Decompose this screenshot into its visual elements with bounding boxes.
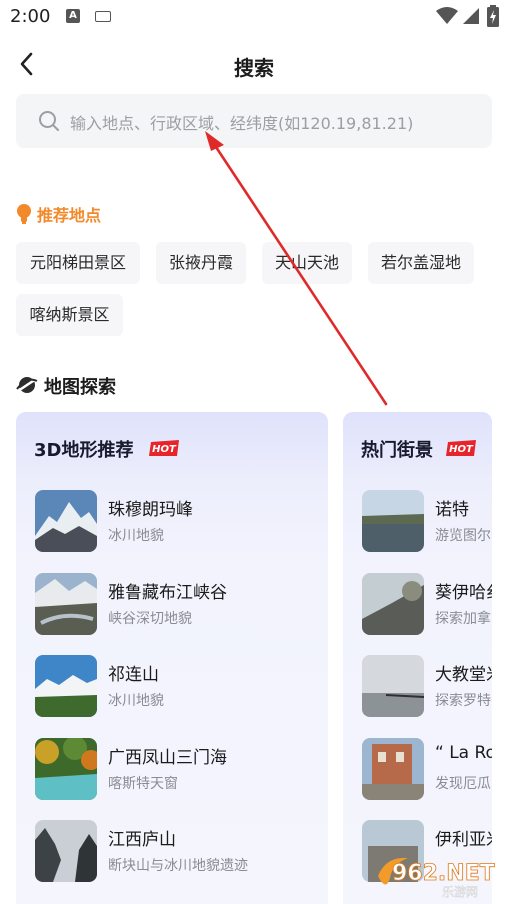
- wifi-icon: [436, 7, 458, 24]
- item-desc: 喀斯特天窗: [108, 776, 178, 792]
- chip-yuanyang[interactable]: 元阳梯田景区: [16, 242, 140, 284]
- item-name: 诺特: [435, 500, 469, 520]
- map-explore-title: 地图探索: [44, 377, 116, 398]
- hot-text: HOT: [152, 444, 177, 455]
- terrain-card: 3D地形推荐 HOT 珠穆朗玛峰 冰川地貌 雅鲁藏布江峡谷 峡谷深切地貌 祁连山…: [16, 412, 328, 904]
- search-input[interactable]: 输入地点、行政区域、经纬度(如120.19,81.21): [16, 94, 492, 148]
- watermark-text: 962.NET: [392, 861, 495, 886]
- yarlung-thumbnail: [35, 573, 97, 635]
- fengshan-thumbnail: [35, 738, 97, 800]
- street-item-1[interactable]: 诺特 游览图尔: [343, 490, 492, 560]
- keyboard-icon: [95, 11, 111, 22]
- terrain-card-title: 3D地形推荐: [34, 440, 134, 461]
- status-bar: 2:00 A: [0, 0, 508, 34]
- street-thumbnail-4: [362, 738, 424, 800]
- everest-thumbnail: [35, 490, 97, 552]
- street-item-4[interactable]: “ La Ro 发现厄瓜: [343, 738, 492, 808]
- item-desc: 断块山与冰川地貌遗迹: [108, 858, 248, 874]
- item-desc: 冰川地貌: [108, 693, 164, 709]
- item-desc: 探索加拿: [435, 611, 491, 627]
- lushan-thumbnail: [35, 820, 97, 882]
- battery-icon: [487, 5, 499, 27]
- street-item-2[interactable]: 葵伊哈纟 探索加拿: [343, 573, 492, 643]
- item-name: 伊利亚米: [435, 830, 492, 850]
- streetview-card-title: 热门街景: [361, 440, 433, 461]
- lightbulb-icon: [17, 204, 31, 224]
- recommended-title: 推荐地点: [37, 206, 102, 225]
- street-thumbnail-2: [362, 573, 424, 635]
- hot-badge: HOT: [149, 440, 179, 456]
- chip-kanas[interactable]: 喀纳斯景区: [16, 294, 123, 336]
- street-thumbnail-1: [362, 490, 424, 552]
- chip-zoige[interactable]: 若尔盖湿地: [368, 242, 474, 284]
- status-time: 2:00: [10, 6, 51, 27]
- item-name: 珠穆朗玛峰: [108, 500, 193, 520]
- hot-text: HOT: [449, 444, 474, 455]
- chip-tianshan[interactable]: 天山天池: [262, 242, 352, 284]
- cellular-icon: [463, 8, 479, 24]
- item-desc: 峡谷深切地貌: [108, 611, 192, 627]
- street-thumbnail-3: [362, 655, 424, 717]
- satellite-icon: [16, 377, 38, 393]
- search-icon: [39, 111, 59, 131]
- search-placeholder: 输入地点、行政区域、经纬度(如120.19,81.21): [70, 114, 414, 133]
- hot-badge: HOT: [446, 440, 476, 456]
- page-title: 搜索: [234, 56, 274, 80]
- item-desc: 探索罗特: [435, 693, 491, 709]
- item-name: “ La Ro: [435, 743, 492, 763]
- a-notification-icon: A: [66, 9, 80, 23]
- item-desc: 游览图尔: [435, 528, 491, 544]
- watermark-logo: 962.NET 乐游网: [378, 857, 495, 899]
- item-name: 祁连山: [108, 665, 159, 685]
- item-name: 葵伊哈纟: [435, 583, 492, 603]
- item-desc: 发现厄瓜: [435, 776, 491, 792]
- street-item-3[interactable]: 大教堂米 探索罗特: [343, 655, 492, 725]
- terrain-item-fengshan[interactable]: 广西凤山三门海 喀斯特天窗: [16, 738, 316, 808]
- terrain-item-qilian[interactable]: 祁连山 冰川地貌: [16, 655, 316, 725]
- terrain-item-lushan[interactable]: 江西庐山 断块山与冰川地貌遗迹: [16, 820, 316, 890]
- item-name: 江西庐山: [108, 830, 176, 850]
- streetview-card: 热门街景 HOT 诺特 游览图尔 葵伊哈纟 探索加拿: [343, 412, 492, 904]
- terrain-item-everest[interactable]: 珠穆朗玛峰 冰川地貌: [16, 490, 316, 560]
- qilian-thumbnail: [35, 655, 97, 717]
- item-desc: 冰川地貌: [108, 528, 164, 544]
- item-name: 大教堂米: [435, 665, 492, 685]
- chip-zhangye[interactable]: 张掖丹霞: [156, 242, 246, 284]
- watermark-sub: 乐游网: [442, 885, 478, 899]
- item-name: 广西凤山三门海: [108, 748, 227, 768]
- terrain-item-yarlung[interactable]: 雅鲁藏布江峡谷 峡谷深切地貌: [16, 573, 316, 643]
- item-name: 雅鲁藏布江峡谷: [108, 583, 227, 603]
